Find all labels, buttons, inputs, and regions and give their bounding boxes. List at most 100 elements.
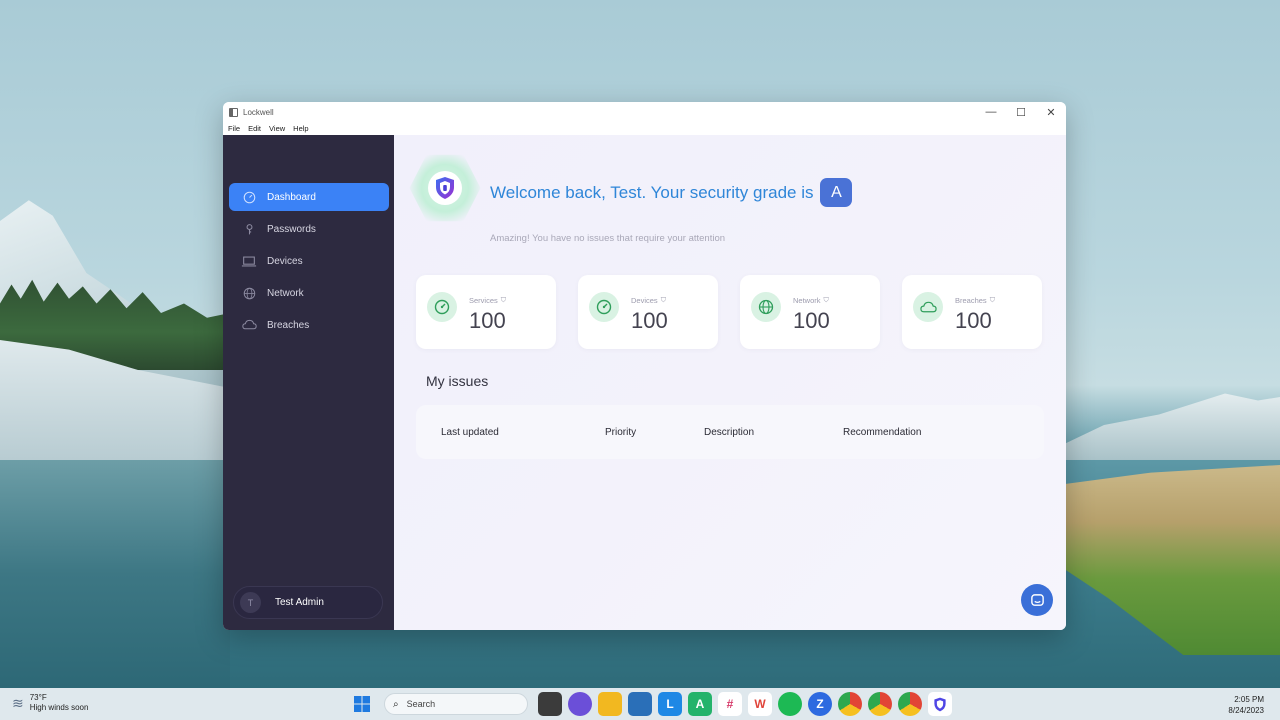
spotify-icon[interactable]: [778, 692, 802, 716]
card-label-text: Network: [793, 296, 821, 305]
laptop-icon: [241, 253, 257, 269]
z-app-icon[interactable]: Z: [808, 692, 832, 716]
stat-card-network[interactable]: Network ⛉ 100: [740, 275, 880, 349]
store-icon[interactable]: [628, 692, 652, 716]
window-title: Lockwell: [243, 107, 274, 117]
globe-icon: [751, 292, 781, 322]
sidebar-item-label: Network: [267, 287, 304, 299]
security-grade-badge: A: [820, 178, 853, 207]
sidebar-item-passwords[interactable]: Passwords: [229, 215, 389, 243]
gauge-icon: [427, 292, 457, 322]
column-header-recommendation[interactable]: Recommendation: [843, 427, 921, 438]
column-header-priority[interactable]: Priority: [605, 427, 636, 438]
cloud-icon: [241, 317, 257, 333]
shield-icon: [934, 697, 946, 711]
verified-shield-icon: ⛉: [823, 296, 829, 304]
taskbar: ≋ 73°F High winds soon ⌕ Search L A # W …: [0, 688, 1280, 720]
close-button[interactable]: ✕: [1036, 102, 1066, 122]
dashboard-icon: [241, 189, 257, 205]
taskbar-apps: ⌕ Search L A # W Z: [350, 692, 952, 716]
sidebar-item-label: Dashboard: [267, 191, 316, 203]
issues-table: Last updated Priority Description Recomm…: [416, 405, 1044, 459]
menu-bar: File Edit View Help: [223, 122, 1066, 135]
verified-shield-icon: ⛉: [660, 296, 666, 304]
user-name: Test Admin: [275, 597, 324, 608]
chat-app-icon[interactable]: [568, 692, 592, 716]
column-header-description[interactable]: Description: [704, 427, 754, 438]
sidebar-item-label: Breaches: [267, 319, 310, 331]
clock-time: 2:05 PM: [1234, 695, 1264, 704]
globe-icon: [241, 285, 257, 301]
search-icon: ⌕: [393, 698, 399, 710]
l-app-icon[interactable]: L: [658, 692, 682, 716]
w-app-icon[interactable]: W: [748, 692, 772, 716]
weather-widget[interactable]: ≋ 73°F High winds soon: [12, 693, 88, 713]
minimize-button[interactable]: —: [976, 102, 1006, 122]
menu-help[interactable]: Help: [293, 124, 308, 133]
card-value: 100: [631, 308, 668, 333]
key-icon: [241, 221, 257, 237]
card-label: Breaches ⛉: [955, 296, 995, 305]
wallpaper-mountain-right: [1060, 393, 1280, 460]
verified-shield-icon: ⛉: [500, 296, 507, 304]
wallpaper-grass-right: [1065, 465, 1280, 655]
card-label-text: Services: [469, 296, 498, 305]
stat-card-devices[interactable]: Devices ⛉ 100: [578, 275, 718, 349]
chat-support-button[interactable]: [1021, 584, 1053, 616]
stat-card-services[interactable]: Services ⛉ 100: [416, 275, 556, 349]
card-label-text: Breaches: [955, 296, 987, 305]
sidebar-item-breaches[interactable]: Breaches: [229, 311, 389, 339]
column-header-last-updated[interactable]: Last updated: [441, 427, 499, 438]
wallpaper-lake-reflection: [0, 460, 230, 688]
card-value: 100: [793, 308, 830, 333]
dashboard-main: Welcome back, Test. Your security grade …: [394, 135, 1066, 630]
card-label: Services ⛉: [469, 296, 506, 305]
gauge-icon: [589, 292, 619, 322]
menu-edit[interactable]: Edit: [248, 124, 261, 133]
stat-card-breaches[interactable]: Breaches ⛉ 100: [902, 275, 1042, 349]
weather-desc: High winds soon: [29, 703, 89, 712]
welcome-headline: Welcome back, Test. Your security grade …: [490, 178, 853, 207]
sidebar: Dashboard Passwords Devices Network Brea…: [223, 135, 394, 630]
cloud-icon: [913, 292, 943, 322]
window-controls: — ☐ ✕: [976, 102, 1066, 122]
card-value: 100: [955, 308, 992, 333]
app-content: Dashboard Passwords Devices Network Brea…: [223, 135, 1066, 630]
lockwell-taskbar-icon[interactable]: [928, 692, 952, 716]
sidebar-item-network[interactable]: Network: [229, 279, 389, 307]
shield-icon: [428, 171, 462, 205]
card-label-text: Devices: [631, 296, 658, 305]
task-view-icon[interactable]: [538, 692, 562, 716]
stat-cards: Services ⛉ 100 Devices ⛉ 100 Network ⛉ 100: [416, 275, 1042, 349]
chrome-icon[interactable]: [838, 692, 862, 716]
weather-text: 73°F High winds soon: [30, 693, 89, 713]
maximize-button[interactable]: ☐: [1006, 102, 1036, 122]
issues-title: My issues: [426, 373, 489, 389]
sidebar-item-label: Passwords: [267, 223, 316, 235]
user-profile-button[interactable]: T Test Admin: [233, 586, 383, 619]
menu-view[interactable]: View: [269, 124, 285, 133]
sidebar-item-dashboard[interactable]: Dashboard: [229, 183, 389, 211]
app-window: Lockwell — ☐ ✕ File Edit View Help Dashb…: [223, 102, 1066, 630]
chrome-profile-2-icon[interactable]: [898, 692, 922, 716]
taskbar-search[interactable]: ⌕ Search: [384, 693, 528, 715]
lockwell-logo: [408, 151, 482, 225]
wind-icon: ≋: [12, 694, 24, 711]
verified-shield-icon: ⛉: [989, 296, 995, 304]
chat-icon: [1030, 593, 1044, 606]
a-app-icon[interactable]: A: [688, 692, 712, 716]
app-window-icon: [229, 107, 238, 117]
window-titlebar[interactable]: Lockwell — ☐ ✕: [223, 102, 1066, 122]
sidebar-item-devices[interactable]: Devices: [229, 247, 389, 275]
menu-file[interactable]: File: [228, 124, 240, 133]
slack-icon[interactable]: #: [718, 692, 742, 716]
file-explorer-icon[interactable]: [598, 692, 622, 716]
welcome-subtitle: Amazing! You have no issues that require…: [490, 233, 726, 244]
taskbar-search-placeholder: Search: [406, 699, 436, 709]
taskbar-clock[interactable]: 2:05 PM 8/24/2023: [1228, 694, 1264, 716]
chrome-profile-icon[interactable]: [868, 692, 892, 716]
start-button[interactable]: [350, 692, 374, 716]
card-value: 100: [469, 308, 506, 333]
weather-temp: 73°F: [29, 693, 47, 702]
clock-date: 8/24/2023: [1228, 706, 1264, 715]
